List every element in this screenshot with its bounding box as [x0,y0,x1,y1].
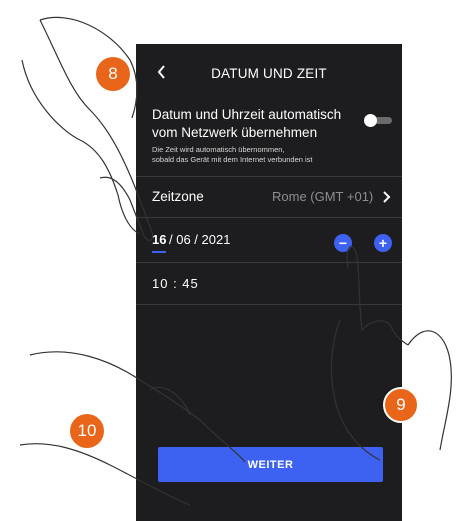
callout-step-10: 10 [70,414,104,448]
callout-step-8: 8 [96,57,130,91]
callout-step-9: 9 [383,387,419,423]
hand-step-8-icon [21,16,154,241]
hand-step-9-icon [330,246,452,461]
hand-illustrations [19,16,452,506]
hand-step-10-icon [19,351,246,506]
